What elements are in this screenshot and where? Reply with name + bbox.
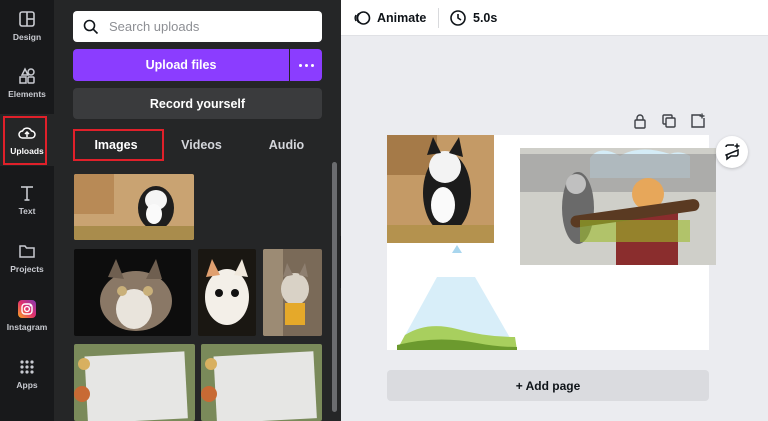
page-image-landscape[interactable] bbox=[397, 277, 517, 350]
page-image-cat[interactable] bbox=[387, 135, 494, 243]
rail-label-instagram: Instagram bbox=[6, 322, 48, 332]
rail-item-apps[interactable]: Apps bbox=[0, 348, 54, 400]
design-page[interactable] bbox=[387, 135, 716, 350]
duration-button[interactable]: 5.0s bbox=[449, 0, 497, 36]
duration-label: 5.0s bbox=[473, 11, 498, 25]
left-rail: Design Elements Uploads Text Projects In… bbox=[0, 0, 54, 421]
upload-thumbnail[interactable] bbox=[201, 344, 322, 421]
upload-thumbnail[interactable] bbox=[74, 174, 194, 240]
search-placeholder: Search uploads bbox=[109, 19, 200, 34]
rail-label-elements: Elements bbox=[8, 89, 46, 99]
add-comment-button[interactable] bbox=[716, 136, 748, 168]
rail-label-text: Text bbox=[18, 206, 36, 216]
upload-thumbnail[interactable] bbox=[74, 344, 195, 421]
rail-item-instagram[interactable]: Instagram bbox=[0, 290, 54, 342]
page-image-cats-composite[interactable] bbox=[520, 148, 716, 265]
record-yourself-button[interactable]: Record yourself bbox=[73, 88, 322, 119]
more-dot bbox=[304, 63, 308, 67]
more-options-button[interactable] bbox=[290, 49, 322, 81]
clock-icon bbox=[450, 10, 466, 26]
comment-plus-icon bbox=[724, 143, 740, 161]
instagram-icon bbox=[18, 300, 36, 318]
add-page-button[interactable]: + Add page bbox=[387, 370, 709, 401]
toolbar-divider bbox=[438, 8, 439, 28]
text-icon bbox=[21, 186, 33, 201]
elements-icon bbox=[19, 67, 35, 84]
folder-icon bbox=[19, 245, 35, 258]
search-icon bbox=[83, 19, 99, 34]
duplicate-page-icon[interactable] bbox=[661, 113, 677, 129]
tab-videos[interactable]: Videos bbox=[159, 130, 244, 160]
animate-button[interactable]: Animate bbox=[353, 0, 426, 36]
uploads-highlight-box bbox=[3, 116, 47, 165]
lock-icon[interactable] bbox=[632, 113, 648, 129]
images-tab-highlight-box bbox=[73, 129, 164, 161]
rail-label-apps: Apps bbox=[16, 380, 38, 390]
more-dot bbox=[310, 63, 314, 67]
rail-item-design[interactable]: Design bbox=[0, 0, 54, 52]
add-page-icon[interactable] bbox=[690, 113, 706, 129]
rail-label-projects: Projects bbox=[10, 264, 44, 274]
upload-thumbnail[interactable] bbox=[74, 249, 191, 336]
panel-scrollbar-thumb[interactable] bbox=[332, 162, 337, 412]
upload-files-button[interactable]: Upload files bbox=[73, 49, 289, 81]
uploads-panel: Search uploads Upload files Record yours… bbox=[54, 0, 341, 421]
apps-grid-icon bbox=[20, 360, 34, 374]
search-input[interactable]: Search uploads bbox=[73, 11, 322, 42]
more-dot bbox=[298, 63, 302, 67]
triangle-marker bbox=[452, 245, 462, 253]
upload-thumbnail[interactable] bbox=[263, 249, 322, 336]
rail-label-design: Design bbox=[12, 32, 42, 42]
tab-audio[interactable]: Audio bbox=[244, 130, 329, 160]
rail-item-text[interactable]: Text bbox=[0, 174, 54, 226]
editor-top-bar: Animate 5.0s bbox=[341, 0, 768, 36]
design-icon bbox=[19, 11, 35, 27]
rail-item-elements[interactable]: Elements bbox=[0, 57, 54, 109]
animate-icon bbox=[354, 11, 371, 25]
upload-thumbnail[interactable] bbox=[198, 249, 256, 336]
rail-item-projects[interactable]: Projects bbox=[0, 232, 54, 284]
animate-label: Animate bbox=[377, 11, 427, 25]
